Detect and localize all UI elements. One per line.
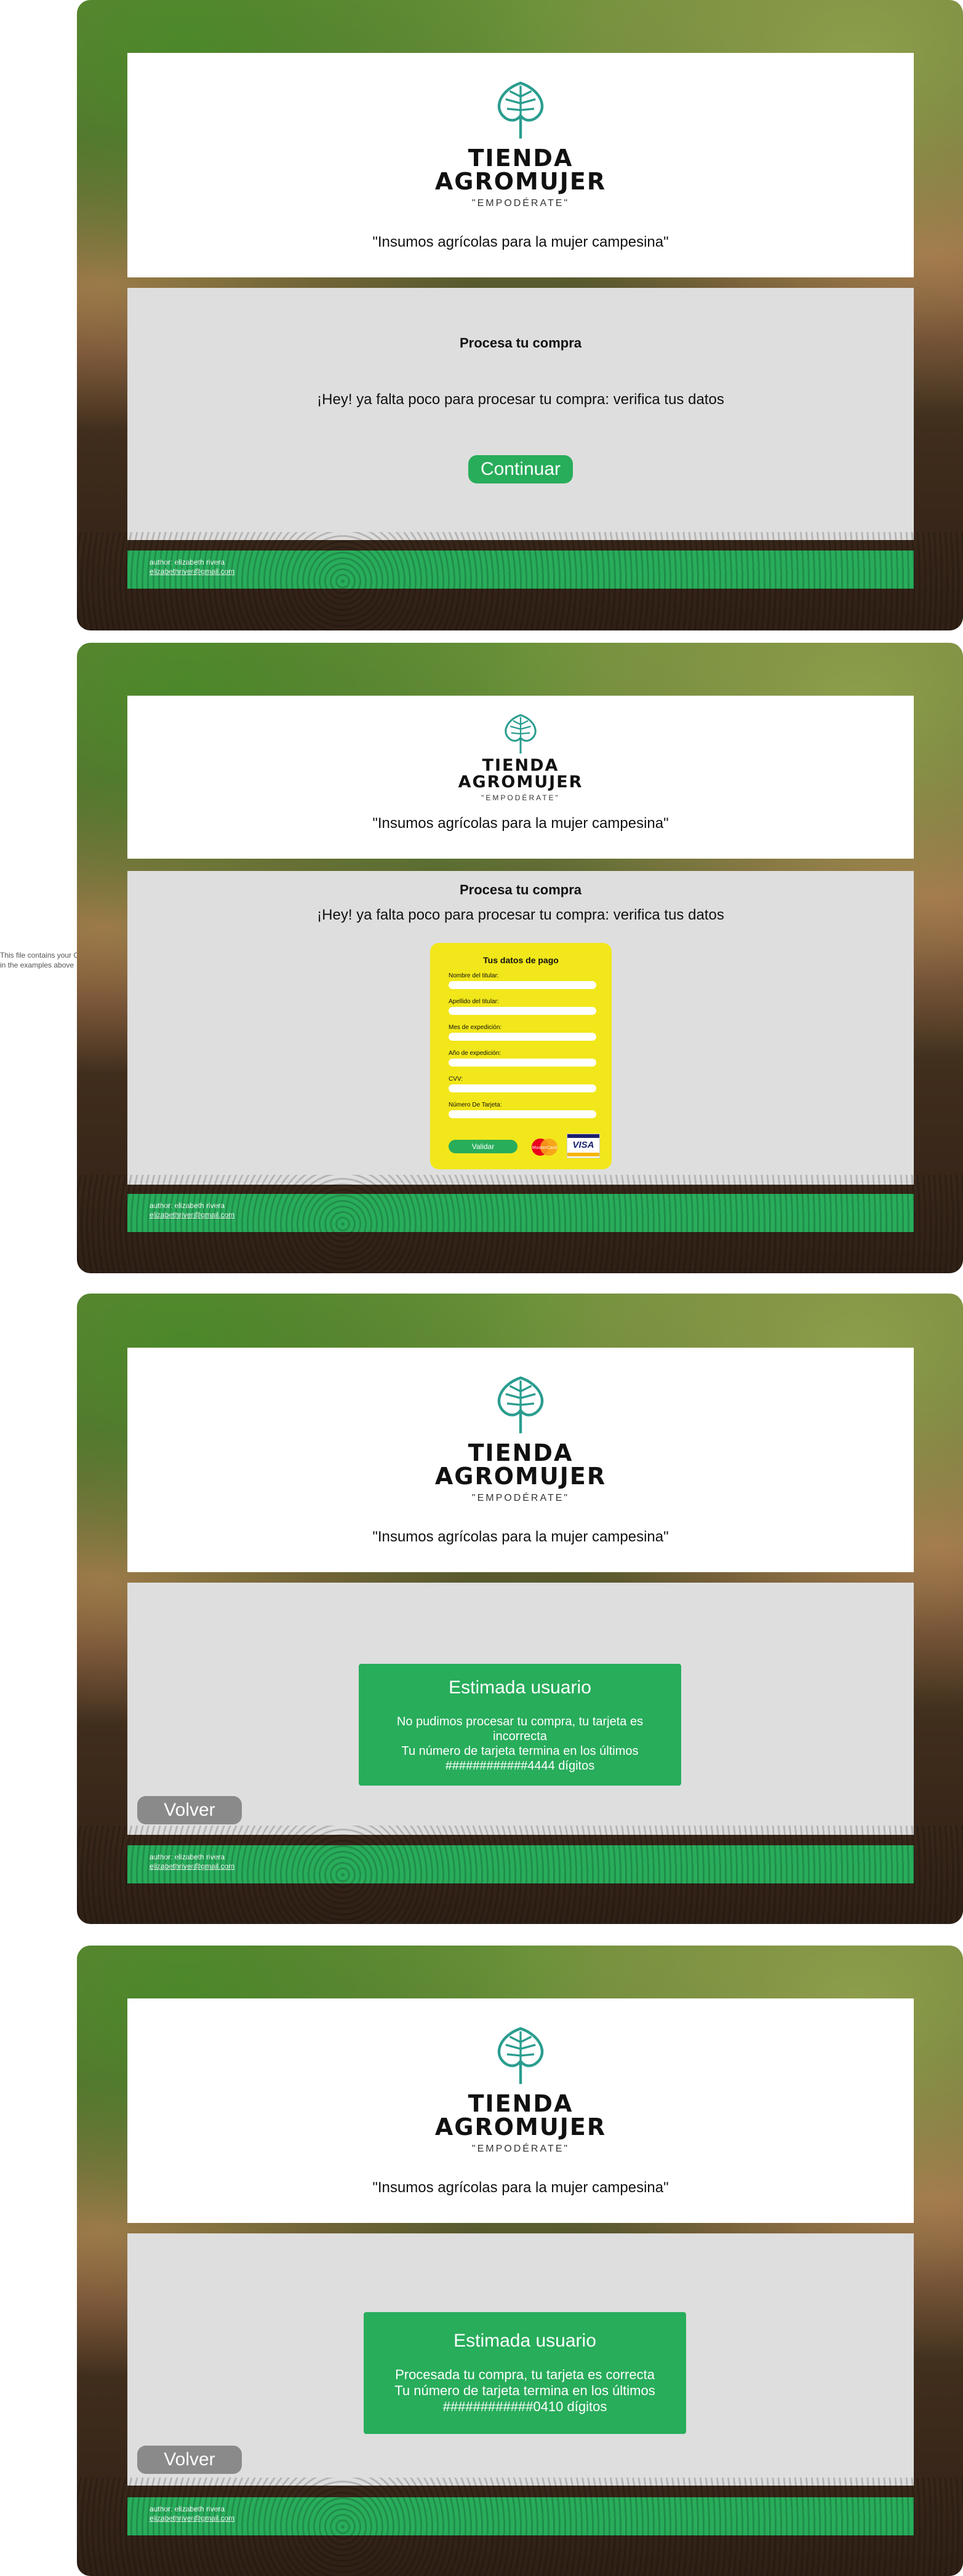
brand-name-line1: TIENDA [468,2090,573,2117]
footer-author: author: elizabeth rivera [150,1201,225,1210]
tagline: "Insumos agrícolas para la mujer campesi… [372,1529,669,1545]
modal-title: Estimada usuario [454,2331,596,2351]
footer-email-link[interactable]: elizabethriver@gmail.com [150,2514,234,2523]
cvv-input[interactable] [449,1084,596,1092]
card-number-input[interactable] [449,1110,596,1118]
footer-email-link[interactable]: elizabethriver@gmail.com [150,1210,234,1220]
brand-name-line1: TIENDA [468,145,573,172]
screen-1-background: TIENDA AGROMUJER "EMPODÉRATE" "Insumos a… [77,0,963,630]
mastercard-icon: MasterCard [532,1139,557,1156]
modal-message-line4: ############4444 dígitos [445,1759,595,1773]
leaf-icon [505,714,537,753]
back-button[interactable]: Volver [137,2446,242,2474]
brand-slogan: "EMPODÉRATE" [471,198,570,209]
field-label-exp-year: Año de expedición: [449,1050,501,1057]
header-card: TIENDA AGROMUJER "EMPODÉRATE" "Insumos a… [127,1998,914,2223]
footer: author: elizabeth rivera elizabethriver@… [127,551,914,589]
screen-4-background: TIENDA AGROMUJER "EMPODÉRATE" "Insumos a… [77,1946,963,2576]
brand-logo: TIENDA AGROMUJER "EMPODÉRATE" [127,710,914,802]
content-card: Procesa tu compra ¡Hey! ya falta poco pa… [127,288,914,540]
mastercard-label: MasterCard [532,1145,557,1150]
tagline: "Insumos agrícolas para la mujer campesi… [372,2179,669,2196]
footer: author: elizabeth rivera elizabethriver@… [127,2497,914,2535]
side-note-line1: This file contains your C [0,951,79,960]
brand-name-line2: AGROMUJER [434,2113,607,2141]
field-label-card-number: Número De Tarjeta: [449,1102,502,1108]
brand-name-line2: AGROMUJER [458,773,583,792]
modal-message-line3: ############0410 dígitos [442,2399,607,2414]
continue-button[interactable]: Continuar [468,455,573,483]
brand-name-line2: AGROMUJER [434,168,607,195]
visa-label: VISA [572,1140,594,1150]
payment-form: Tus datos de pago Nombre del titular: Ap… [430,943,612,1169]
validate-button[interactable]: Validar [449,1140,517,1153]
footer-author: author: elizabeth rivera [150,1853,225,1861]
screen-2-background: TIENDA AGROMUJER "EMPODÉRATE" "Insumos a… [77,643,963,1273]
tagline: "Insumos agrícolas para la mujer campesi… [372,234,669,250]
exp-year-input[interactable] [449,1059,596,1067]
footer: author: elizabeth rivera elizabethriver@… [127,1194,914,1232]
page-subtitle: ¡Hey! ya falta poco para procesar tu com… [317,907,724,923]
footer-author: author: elizabeth rivera [150,2505,225,2513]
success-modal: Estimada usuario Procesada tu compra, tu… [364,2312,686,2434]
brand-slogan: "EMPODÉRATE" [481,793,560,802]
modal-message-line2: incorrecta [493,1730,547,1743]
side-note: This file contains your C in the example… [0,950,80,970]
first-name-input[interactable] [449,981,596,989]
last-name-input[interactable] [449,1007,596,1015]
payment-form-title: Tus datos de pago [483,955,559,965]
exp-month-input[interactable] [449,1033,596,1041]
footer: author: elizabeth rivera elizabethriver@… [127,1845,914,1883]
modal-title: Estimada usuario [449,1677,591,1698]
leaf-icon [497,2027,544,2085]
modal-message-line3: Tu número de tarjeta termina en los últi… [401,1744,639,1758]
brand-name-line2: AGROMUJER [434,1463,607,1490]
side-note-line2: in the examples above [0,961,74,969]
modal-message-line1: No pudimos procesar tu compra, tu tarjet… [396,1715,644,1728]
brand-logo: TIENDA AGROMUJER "EMPODÉRATE" [127,1371,914,1504]
screen-3-background: TIENDA AGROMUJER "EMPODÉRATE" "Insumos a… [77,1294,963,1924]
modal-message-line2: Tu número de tarjeta termina en los últi… [394,2383,655,2398]
content-card: Estimada usuario Procesada tu compra, tu… [127,2233,914,2486]
brand-slogan: "EMPODÉRATE" [471,2144,570,2154]
field-label-exp-month: Mes de expedición: [449,1024,502,1031]
leaf-icon [497,1376,544,1434]
footer-email-link[interactable]: elizabethriver@gmail.com [150,567,234,576]
field-label-last-name: Apellido del titular: [449,998,499,1005]
footer-author: author: elizabeth rivera [150,558,225,566]
brand-logo: TIENDA AGROMUJER "EMPODÉRATE" [127,76,914,209]
tagline: "Insumos agrícolas para la mujer campesi… [372,815,669,832]
header-card: TIENDA AGROMUJER "EMPODÉRATE" "Insumos a… [127,53,914,277]
content-card: Procesa tu compra ¡Hey! ya falta poco pa… [127,871,914,1185]
brand-logo: TIENDA AGROMUJER "EMPODÉRATE" [127,2022,914,2155]
visa-icon: VISA [567,1134,600,1158]
modal-message-line1: Procesada tu compra, tu tarjeta es corre… [395,2367,655,2382]
field-label-first-name: Nombre del titular: [449,972,499,979]
brand-name-line1: TIENDA [482,756,559,775]
page-subtitle: ¡Hey! ya falta poco para procesar tu com… [317,391,724,408]
page-title: Procesa tu compra [459,882,582,897]
page-title: Procesa tu compra [459,335,582,351]
content-card: Estimada usuario No pudimos procesar tu … [127,1583,914,1835]
leaf-icon [497,81,544,139]
brand-slogan: "EMPODÉRATE" [471,1493,570,1503]
brand-name-line1: TIENDA [468,1439,573,1466]
header-card: TIENDA AGROMUJER "EMPODÉRATE" "Insumos a… [127,1348,914,1572]
footer-email-link[interactable]: elizabethriver@gmail.com [150,1862,234,1871]
field-label-cvv: CVV: [449,1076,463,1083]
back-button[interactable]: Volver [137,1796,242,1824]
header-card: TIENDA AGROMUJER "EMPODÉRATE" "Insumos a… [127,696,914,859]
error-modal: Estimada usuario No pudimos procesar tu … [359,1664,681,1786]
